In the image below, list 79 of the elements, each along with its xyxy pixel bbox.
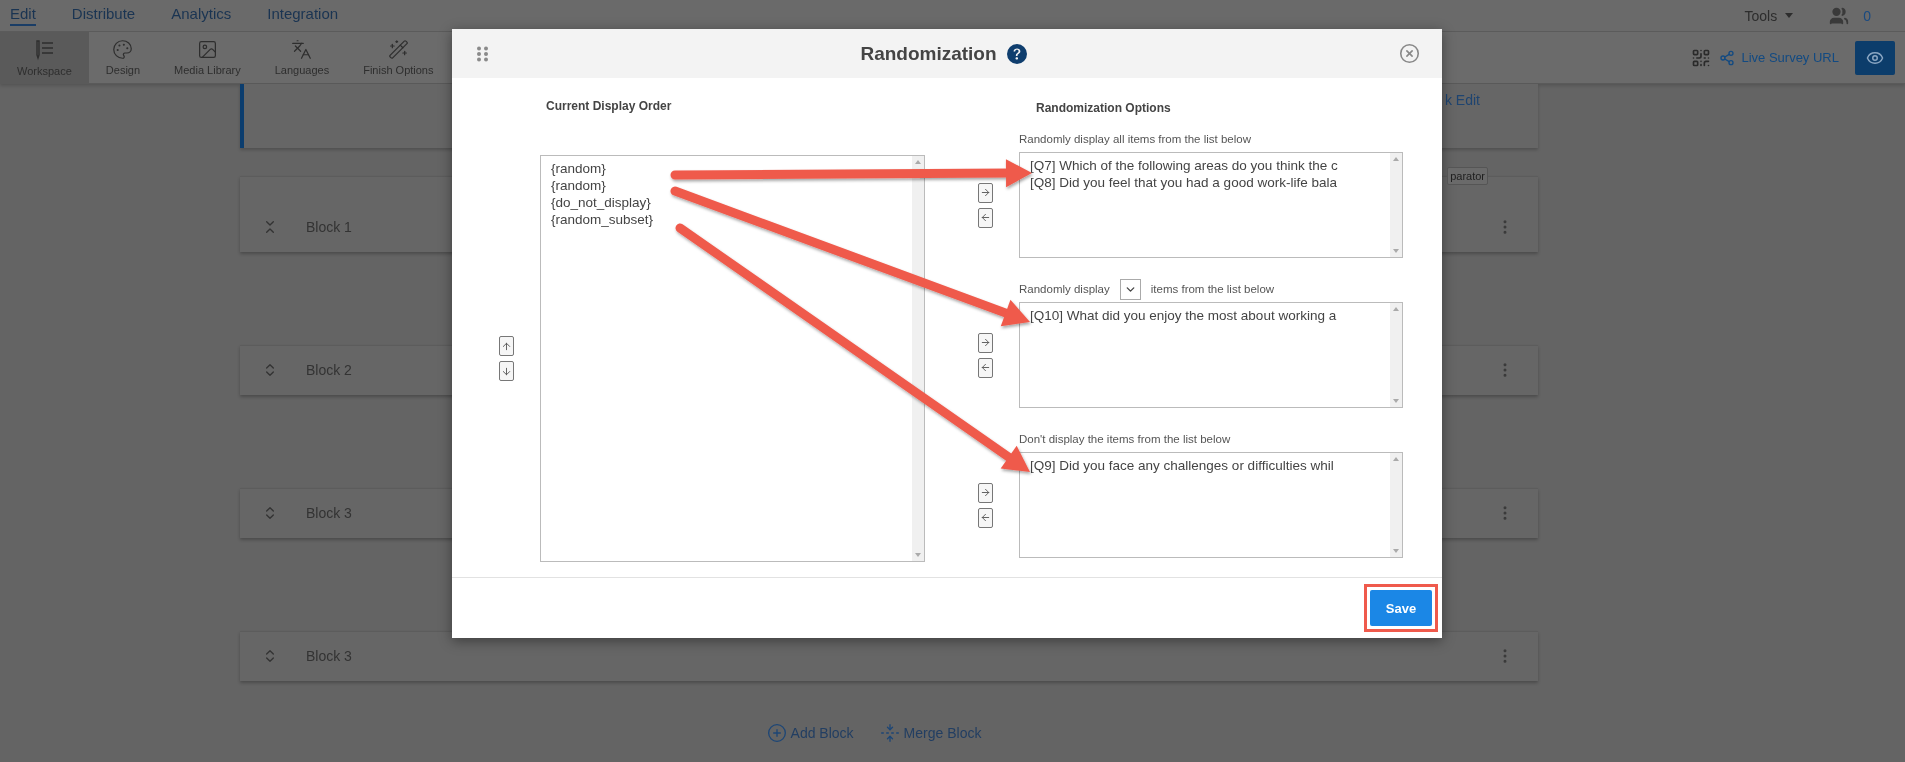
block-action-link[interactable]: Merge Block — [879, 723, 982, 743]
list-option[interactable]: {random_subset} — [551, 211, 654, 228]
list-option[interactable]: [Q7] Which of the following areas do you think the c — [1030, 157, 1338, 174]
move-left-button[interactable] — [978, 357, 993, 378]
toolbar-item[interactable]: Media Library — [157, 32, 258, 83]
arrow-left-icon — [980, 362, 991, 373]
share-icon — [1719, 49, 1736, 66]
arrow-right-icon — [980, 187, 991, 198]
display-order-list[interactable]: {random} {random} {do_not_display} {random_subset} — [540, 155, 925, 562]
scroll-down-icon — [1393, 549, 1399, 553]
list-option[interactable]: {do_not_display} — [551, 194, 651, 211]
move-up-button[interactable] — [499, 336, 514, 356]
pen-list-icon — [33, 38, 56, 61]
arrow-right-icon — [980, 487, 991, 498]
scrollbar[interactable] — [1390, 453, 1402, 557]
scrollbar[interactable] — [912, 156, 924, 561]
list-option[interactable]: {random} — [551, 177, 606, 194]
save-button[interactable]: Save — [1370, 590, 1432, 626]
close-icon[interactable] — [1399, 43, 1420, 64]
option-list[interactable]: [Q10] What did you enjoy the most about working a — [1019, 302, 1403, 408]
arrow-up-icon — [501, 340, 512, 352]
count-select[interactable] — [1119, 278, 1141, 300]
tools-menu[interactable]: Tools — [1744, 7, 1794, 24]
qr-code-icon[interactable] — [1691, 47, 1712, 68]
list-option[interactable]: [Q9] Did you face any challenges or difficulties whil — [1030, 457, 1334, 474]
people-icon[interactable] — [1829, 5, 1850, 26]
scroll-up-icon — [1393, 307, 1399, 311]
section-heading: Current Display Order — [546, 98, 673, 114]
separator-tag[interactable]: parator — [1447, 167, 1488, 185]
section-heading: Randomization Options — [1036, 100, 1172, 116]
option-list[interactable]: [Q7] Which of the following areas do you think the c [Q8] Did you feel that you had a good work-life bala — [1019, 152, 1403, 258]
live-survey-link[interactable]: Live Survey URL — [1719, 49, 1839, 66]
option-label: Randomly display — [1019, 283, 1110, 295]
edit-link[interactable]: k Edit — [1445, 92, 1480, 148]
scroll-up-icon — [1393, 457, 1399, 461]
nav-tab[interactable]: Edit — [10, 5, 36, 26]
arrow-left-icon — [980, 512, 991, 523]
scroll-down-icon — [1393, 399, 1399, 403]
drag-handle-icon[interactable] — [477, 45, 488, 62]
list-option[interactable]: [Q10] What did you enjoy the most about working a — [1030, 307, 1337, 324]
nav-tab[interactable]: Integration — [267, 5, 339, 26]
scroll-up-icon — [1393, 157, 1399, 161]
nav-tab[interactable]: Distribute — [71, 5, 136, 26]
palette-icon — [112, 39, 134, 60]
block-action-link[interactable]: Add Block — [766, 723, 854, 743]
option-label: Randomly display all items from the list below — [1019, 133, 1251, 145]
move-down-button[interactable] — [499, 361, 514, 381]
option-list[interactable]: [Q9] Did you face any challenges or difficulties whil — [1019, 452, 1403, 558]
toolbar-item[interactable]: Finish Options — [346, 32, 451, 83]
toolbar-item[interactable]: Design — [88, 32, 158, 83]
nav-tab[interactable]: Analytics — [171, 5, 232, 26]
move-right-button[interactable] — [978, 482, 993, 503]
move-right-button[interactable] — [978, 182, 993, 203]
move-left-button[interactable] — [978, 507, 993, 528]
arrow-right-icon — [980, 337, 991, 348]
help-icon[interactable] — [1006, 43, 1027, 64]
scroll-down-icon — [915, 553, 921, 557]
caret-icon — [1785, 13, 1794, 18]
plus-circle-icon — [766, 723, 787, 743]
arrow-left-icon — [980, 212, 991, 223]
toolbar-item[interactable]: Languages — [257, 32, 347, 83]
collaborator-count: 0 — [1863, 7, 1871, 24]
scrollbar[interactable] — [1390, 303, 1402, 407]
move-left-button[interactable] — [978, 207, 993, 228]
translate-icon — [291, 39, 313, 60]
dialog-title: Randomization — [860, 42, 997, 65]
scroll-down-icon — [1393, 249, 1399, 253]
move-right-button[interactable] — [978, 332, 993, 353]
preview-button[interactable] — [1855, 40, 1895, 75]
scrollbar[interactable] — [1390, 153, 1402, 257]
list-option[interactable]: {random} — [551, 160, 606, 177]
option-label: items from the list below — [1150, 283, 1275, 295]
image-icon — [196, 39, 218, 60]
option-label: Don't display the items from the list below — [1019, 433, 1231, 445]
list-option[interactable]: [Q8] Did you feel that you had a good work-life bala — [1030, 174, 1337, 191]
magic-wand-icon — [387, 39, 409, 60]
scroll-up-icon — [915, 160, 921, 164]
merge-icon — [879, 723, 900, 743]
arrow-down-icon — [501, 365, 512, 377]
